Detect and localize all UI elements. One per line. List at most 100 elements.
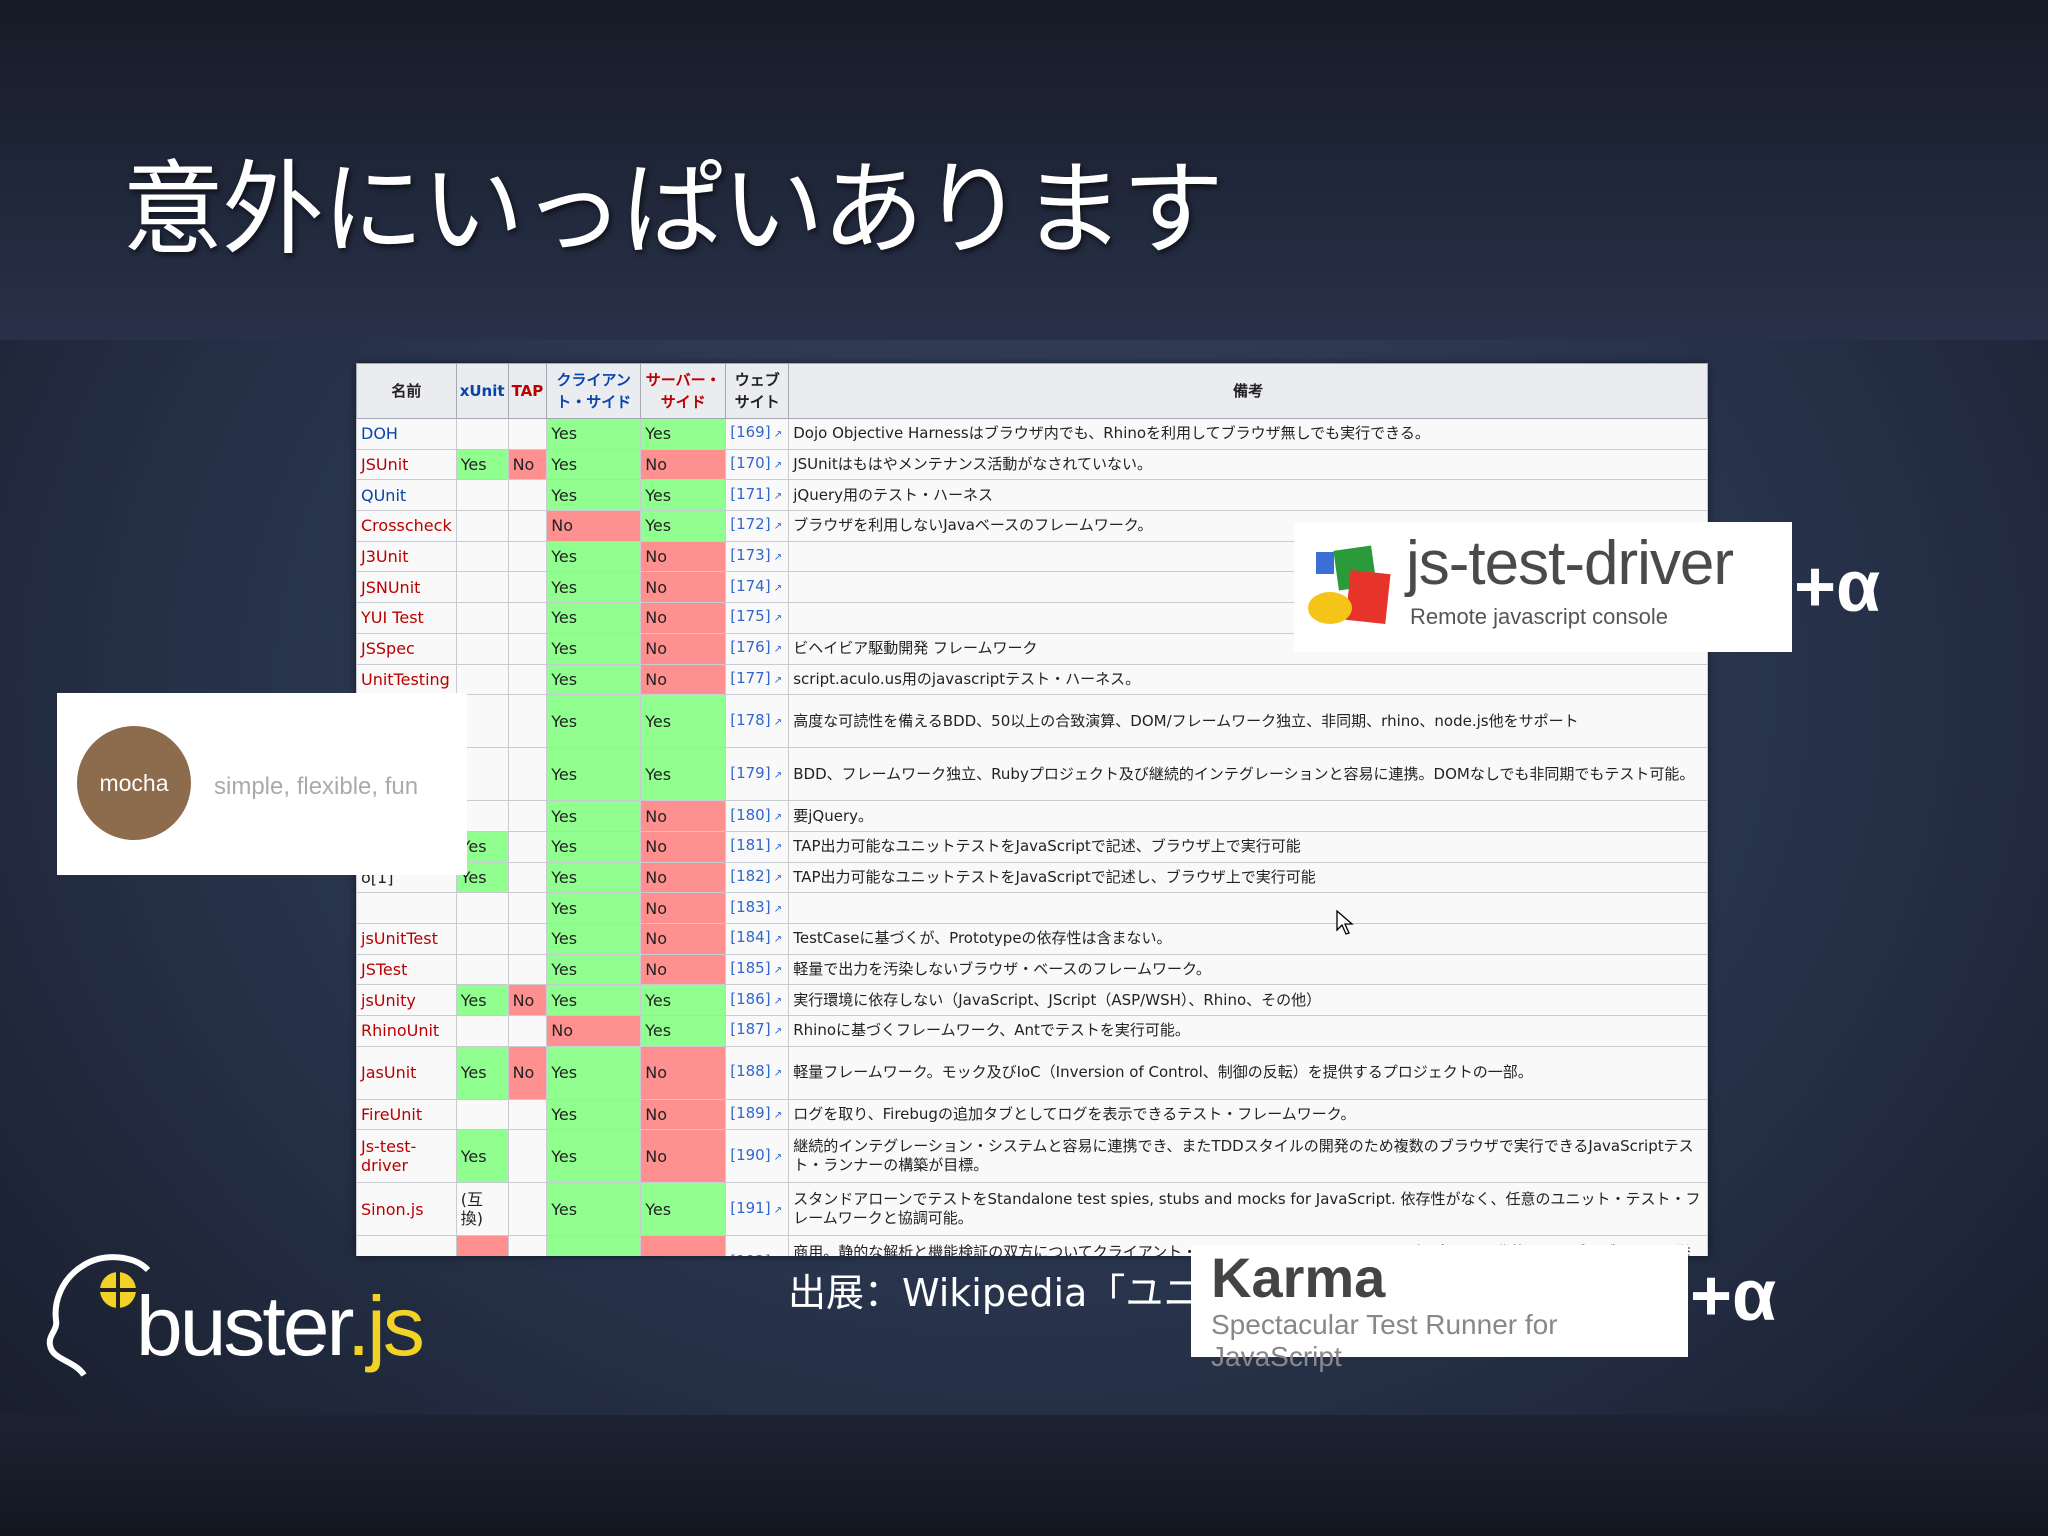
- tap-cell: [507, 1015, 548, 1047]
- framework-name-link[interactable]: FireUnit: [356, 1098, 457, 1131]
- tap-cell: [507, 602, 548, 634]
- framework-name-link[interactable]: QUnit: [356, 479, 457, 512]
- framework-name-link[interactable]: JSTest: [356, 953, 457, 986]
- website-ref-link[interactable]: [189] ↗: [725, 1098, 790, 1131]
- header-tap[interactable]: TAP: [507, 363, 548, 419]
- website-ref-link[interactable]: [188] ↗: [725, 1045, 790, 1100]
- client-side-cell: Yes: [546, 418, 642, 450]
- tap-cell: No: [507, 448, 548, 481]
- xunit-cell: Yes: [455, 984, 509, 1016]
- website-ref-link[interactable]: [171] ↗: [725, 479, 790, 512]
- framework-name-link[interactable]: Sinon.js: [356, 1182, 457, 1237]
- client-side-cell: Yes: [546, 479, 642, 512]
- notes-cell: 軽量フレームワーク。モック及びIoC（Inversion of Control、…: [788, 1045, 1708, 1100]
- framework-name-link[interactable]: Js-test-driver: [356, 1129, 457, 1184]
- external-link-icon: ↗: [770, 674, 783, 686]
- karma-subtitle: Spectacular Test Runner for JavaScript: [1211, 1309, 1558, 1372]
- website-ref-link[interactable]: [182] ↗: [725, 861, 790, 894]
- website-ref-link[interactable]: [186] ↗: [725, 984, 790, 1016]
- bottom-band: [0, 1415, 2048, 1536]
- header-xunit[interactable]: xUnit: [455, 363, 509, 419]
- framework-name-link[interactable]: RhinoUnit: [356, 1015, 457, 1047]
- server-side-cell: Yes: [640, 418, 727, 450]
- server-side-cell: Yes: [640, 1182, 727, 1237]
- website-ref-link[interactable]: [173] ↗: [725, 540, 790, 573]
- server-side-cell: No: [640, 602, 727, 634]
- website-ref-link[interactable]: [176] ↗: [725, 632, 790, 665]
- notes-cell: TAP出力可能なユニットテストをJavaScriptで記述し、ブラウザ上で実行可…: [788, 861, 1708, 894]
- header-server[interactable]: サーバー・サイド: [640, 363, 727, 419]
- xunit-cell: [455, 922, 509, 955]
- xunit-cell: (互換): [455, 1182, 509, 1237]
- server-side-cell: No: [640, 800, 727, 832]
- external-link-icon: ↗: [770, 490, 783, 502]
- tap-cell: No: [507, 984, 548, 1016]
- website-ref-link[interactable]: [181] ↗: [725, 830, 790, 863]
- website-ref-link[interactable]: [169] ↗: [725, 418, 790, 450]
- notes-cell: 高度な可読性を備えるBDD、50以上の合致演算、DOM/フレームワーク独立、非同…: [788, 694, 1708, 749]
- client-side-cell: Yes: [546, 694, 642, 749]
- website-ref-link[interactable]: [191] ↗: [725, 1182, 790, 1237]
- server-side-cell: Yes: [640, 984, 727, 1016]
- website-ref-link[interactable]: [183] ↗: [725, 892, 790, 924]
- notes-cell: 実行環境に依存しない（JavaScript、JScript（ASP/WSH）、R…: [788, 984, 1708, 1016]
- external-link-icon: ↗: [770, 811, 783, 823]
- tap-cell: No: [507, 1045, 548, 1100]
- client-side-cell: Yes: [546, 448, 642, 481]
- website-ref-link[interactable]: [175] ↗: [725, 602, 790, 634]
- website-ref-link[interactable]: [172] ↗: [725, 510, 790, 542]
- notes-cell: スタンドアローンでテストをStandalone test spies, stub…: [788, 1182, 1708, 1237]
- server-side-cell: No: [640, 861, 727, 894]
- website-ref-link[interactable]: [184] ↗: [725, 922, 790, 955]
- tap-cell: [507, 1129, 548, 1184]
- external-link-icon: ↗: [770, 872, 783, 884]
- website-ref-link[interactable]: [180] ↗: [725, 800, 790, 832]
- website-ref-link[interactable]: [177] ↗: [725, 663, 790, 696]
- table-row: JSUnit Yes No Yes No [170] ↗ JSUnitはもはやメンテナンス活…: [356, 448, 1708, 481]
- tap-cell: [507, 892, 548, 924]
- framework-name-link[interactable]: JSSpec: [356, 632, 457, 665]
- slide-title: 意外にいっぱいあります: [122, 151, 1224, 270]
- framework-name-link[interactable]: JasUnit: [356, 1045, 457, 1100]
- table-row: jsUnitTest Yes No [184] ↗ TestCaseに基づくが、Prot…: [356, 922, 1708, 955]
- server-side-cell: No: [640, 830, 727, 863]
- website-ref-link[interactable]: [192] ↗: [725, 1235, 790, 1256]
- server-side-cell: No: [640, 632, 727, 665]
- external-link-icon: ↗: [770, 995, 783, 1007]
- framework-name-link[interactable]: JSNUnit: [356, 571, 457, 604]
- buster-wordmark: buster.js: [136, 1278, 425, 1375]
- framework-name-link[interactable]: UnitTesting: [356, 663, 457, 696]
- framework-name-link[interactable]: JSUnit: [356, 448, 457, 481]
- website-ref-link[interactable]: [185] ↗: [725, 953, 790, 986]
- external-link-icon: ↗: [770, 842, 783, 854]
- client-side-cell: Yes: [546, 540, 642, 573]
- framework-name-link[interactable]: Crosscheck: [356, 510, 457, 542]
- xunit-cell: Yes: [455, 1129, 509, 1184]
- table-row: JasUnit Yes No Yes No [188] ↗ 軽量フレームワーク。モック及びI…: [356, 1045, 1708, 1100]
- framework-name-link[interactable]: jsUnitTest: [356, 922, 457, 955]
- website-ref-link[interactable]: [174] ↗: [725, 571, 790, 604]
- table-row: o[1] Yes Yes No [182] ↗ TAP出力可能なユニットテストをJavaS…: [356, 861, 1708, 894]
- xunit-cell: Yes: [455, 448, 509, 481]
- client-side-cell: Yes: [546, 1235, 642, 1256]
- notes-cell: script.aculo.us用のjavascriptテスト・ハーネス。: [788, 663, 1708, 696]
- framework-name-link[interactable]: J3Unit: [356, 540, 457, 573]
- xunit-cell: Yes: [455, 1045, 509, 1100]
- busterjs-logo: buster.js: [44, 1250, 425, 1390]
- tap-cell: [507, 953, 548, 986]
- server-side-cell: No: [640, 1045, 727, 1100]
- website-ref-link[interactable]: [170] ↗: [725, 448, 790, 481]
- framework-name-link[interactable]: DOH: [356, 418, 457, 450]
- framework-name-link[interactable]: jsUnity: [356, 984, 457, 1016]
- js-test-driver-logo: js-test-driver Remote javascript console: [1294, 522, 1792, 652]
- framework-name-link[interactable]: YUI Test: [356, 602, 457, 634]
- header-client[interactable]: クライアント・サイド: [546, 363, 642, 419]
- notes-cell: 要jQuery。: [788, 800, 1708, 832]
- xunit-cell: [455, 602, 509, 634]
- website-ref-link[interactable]: [178] ↗: [725, 694, 790, 749]
- external-link-icon: ↗: [770, 460, 783, 472]
- website-ref-link[interactable]: [179] ↗: [725, 747, 790, 802]
- website-ref-link[interactable]: [190] ↗: [725, 1129, 790, 1184]
- website-ref-link[interactable]: [187] ↗: [725, 1015, 790, 1047]
- table-row: JSTest Yes No [185] ↗ 軽量で出力を汚染しないブラウザ・ベースのフレ…: [356, 953, 1708, 986]
